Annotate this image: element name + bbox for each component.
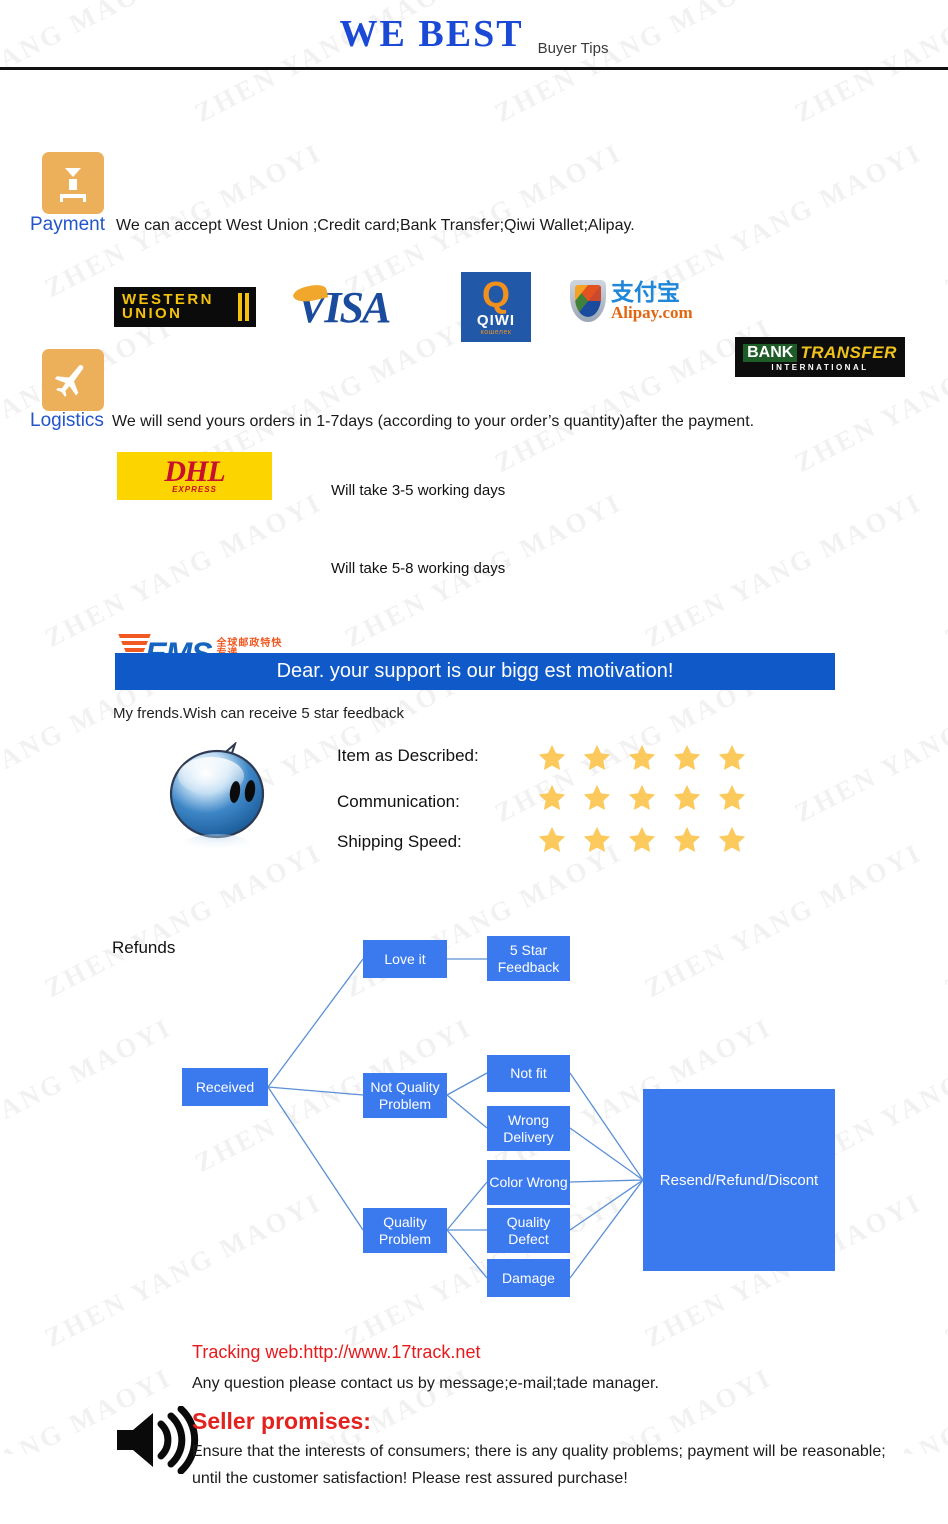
alipay-chinese-name: 支付宝 (611, 279, 680, 305)
page-content: Payment We can accept West Union ;Credit… (0, 70, 948, 1487)
watermark-text: ZHEN YANG MAOYI (639, 486, 927, 654)
watermark-text: ZHEN YANG MAOYI (39, 1186, 327, 1354)
flow-node-love-it: Love it (363, 940, 447, 978)
watermark-text: ZHEN YANG MAOYI (39, 836, 327, 1004)
rating-stars-item-as-described (537, 743, 747, 772)
flow-node-quality-defect: Quality Defect (487, 1208, 570, 1253)
alipay-shield-icon (570, 280, 606, 322)
watermark-text: ZHEN YANG MAOYI (939, 1187, 948, 1354)
rating-label-shipping-speed: Shipping Speed: (337, 832, 462, 851)
watermark-text: ZHEN YANG MAOYI (939, 837, 948, 1004)
speaker-icon (117, 1406, 199, 1474)
qiwi-wordmark: QIWI (476, 312, 516, 329)
airplane-icon (42, 349, 104, 411)
payment-label: Payment (30, 214, 105, 235)
dhl-delivery-note: Will take 3-5 working days (331, 482, 506, 499)
flow-node-not-fit: Not fit (487, 1055, 570, 1092)
support-banner-text: Dear. your support is our bigg est motiv… (276, 660, 674, 682)
flow-node-not-quality-problem: Not Quality Problem (363, 1073, 447, 1118)
payment-description: We can accept West Union ;Credit card;Ba… (116, 217, 635, 234)
western-union-logo: WESTERN UNION (114, 287, 256, 327)
rating-stars-communication (537, 783, 747, 812)
watermark-text: ZHEN YANG MAOYI (0, 1011, 177, 1178)
bank-transfer-word2: TRANSFER (800, 342, 897, 362)
alipay-english-name: Alipay.com (611, 303, 693, 322)
seller-promises-title: Seller promises: (192, 1408, 371, 1434)
ems-delivery-note: Will take 5-8 working days (331, 560, 506, 577)
rating-label-communication: Communication: (337, 792, 460, 811)
flow-node-wrong-delivery: Wrong Delivery (487, 1106, 570, 1151)
western-union-line2: UNION (122, 305, 183, 322)
watermark-text: ZHEN YANG MAOYI (939, 487, 948, 654)
tracking-website-text[interactable]: Tracking web:http://www.17track.net (192, 1342, 480, 1363)
smiley-face-icon (169, 742, 265, 856)
refunds-title: Refunds (112, 938, 176, 957)
page-subtitle: Buyer Tips (537, 40, 609, 57)
watermark-text: ZHEN YANG MAOYI (639, 836, 927, 1004)
flow-node-5-star-feedback: 5 Star Feedback (487, 936, 570, 981)
bank-transfer-subtitle: INTERNATIONAL (771, 362, 869, 372)
contact-instructions: Any question please contact us by messag… (192, 1375, 659, 1392)
qiwi-q-letter: Q (481, 274, 510, 315)
support-banner: Dear. your support is our bigg est motiv… (115, 653, 835, 690)
dhl-logo: DHL EXPRESS (117, 452, 272, 500)
flow-node-received: Received (182, 1068, 268, 1106)
page-header: WE BEST Buyer Tips (0, 0, 948, 70)
qiwi-logo: Q QIWI кошелек (461, 272, 531, 342)
logistics-label: Logistics (30, 410, 104, 431)
package-box-icon (42, 152, 104, 214)
dhl-subtitle: EXPRESS (172, 484, 217, 494)
flow-node-quality-problem: Quality Problem (363, 1208, 447, 1253)
flow-node-color-wrong: Color Wrong (487, 1160, 570, 1205)
feedback-subtext: My frends.Wish can receive 5 star feedba… (113, 705, 404, 722)
bank-transfer-word1: BANK (743, 343, 798, 362)
rating-stars-shipping-speed (537, 825, 747, 854)
watermark-text: ZHEN YANG MAOYI (39, 486, 327, 654)
western-union-bars (238, 293, 256, 321)
alipay-logo: 支付宝 Alipay.com (570, 280, 693, 322)
seller-promises-body: Ensure that the interests of consumers; … (192, 1443, 886, 1487)
flow-node-damage: Damage (487, 1259, 570, 1297)
watermark-text: ZHEN YANG MAOYI (339, 836, 627, 1004)
flow-node-resend-refund-discount: Resend/Refund/Discont (643, 1089, 835, 1271)
logistics-description: We will send yours orders in 1-7days (ac… (112, 413, 755, 430)
dhl-wordmark: DHL (164, 454, 225, 488)
brand-title: WE BEST (339, 12, 524, 55)
rating-label-item-as-described: Item as Described: (337, 746, 479, 765)
qiwi-subtitle: кошелек (480, 329, 512, 336)
bank-transfer-logo: BANK TRANSFER INTERNATIONAL (735, 337, 905, 377)
